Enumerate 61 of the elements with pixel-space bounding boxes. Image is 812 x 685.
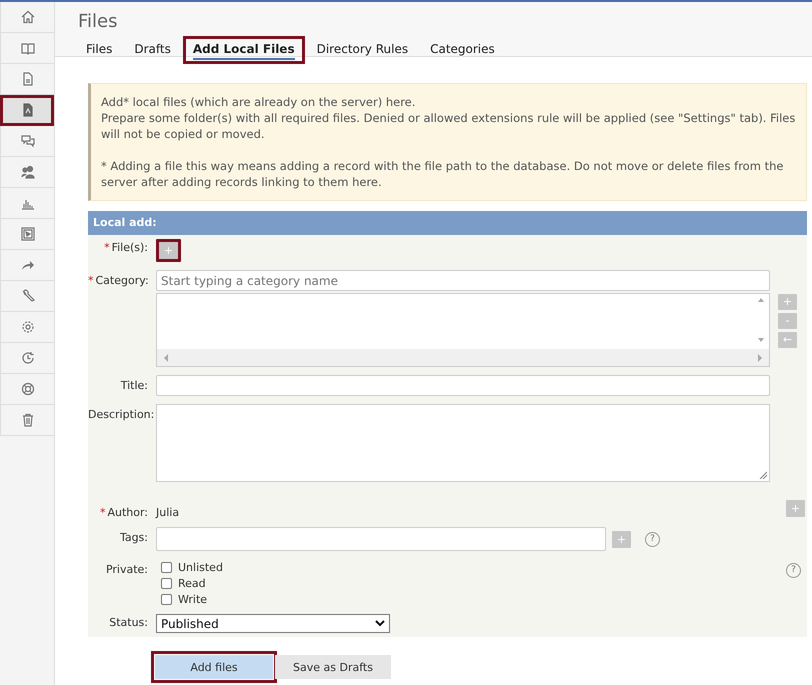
checkbox-label: Write xyxy=(178,593,208,606)
notice-text: Add* local files (which are already on the server) here. Prepare some folder(s) with all required files. Denied or allowed extensions rule will be applied (see "Settings" tab). Files will not be copied or moved. xyxy=(101,94,796,142)
checkbox[interactable] xyxy=(161,562,172,573)
checkbox-label: Read xyxy=(178,577,206,590)
sidebar-item[interactable] xyxy=(0,157,54,188)
checkbox-label: Unlisted xyxy=(178,561,223,574)
wrench-icon xyxy=(20,289,34,303)
sidebar-item[interactable] xyxy=(0,2,54,33)
form-button[interactable]: Save as Drafts xyxy=(275,655,391,679)
title-field[interactable] xyxy=(156,375,770,396)
tab[interactable]: Files xyxy=(78,38,120,62)
required-mark: * xyxy=(88,274,94,287)
help-icon[interactable]: ? xyxy=(786,562,801,578)
framed-image-icon xyxy=(20,227,34,241)
field-label: Title: xyxy=(120,379,148,392)
author-name: Julia xyxy=(156,505,180,519)
clock-icon xyxy=(20,351,34,365)
help-icon[interactable]: ? xyxy=(645,532,660,546)
field-label: File(s): xyxy=(112,241,148,254)
category-field[interactable]: Start typing a category name xyxy=(156,270,770,291)
sidebar-item[interactable] xyxy=(0,219,54,250)
sidebar-item[interactable] xyxy=(0,188,54,219)
sidebar-item[interactable] xyxy=(0,95,54,126)
tab[interactable]: Directory Rules xyxy=(308,38,416,62)
page-title: Files xyxy=(78,10,118,34)
checkbox[interactable] xyxy=(161,594,172,605)
field-label: Author: xyxy=(107,506,148,519)
notice-note: * Adding a file this way means adding a record with the file path to the database. Do not move or delete files from the server after adding records linking to them here. xyxy=(101,158,784,190)
tab[interactable]: Drafts xyxy=(126,38,179,62)
chat-icon xyxy=(20,134,34,148)
resize-grip-icon[interactable] xyxy=(759,471,767,479)
required-mark: * xyxy=(100,506,106,519)
sidebar-item[interactable] xyxy=(0,33,54,64)
tags-field[interactable] xyxy=(156,527,606,551)
field-label: Private: xyxy=(106,563,148,576)
chevron-down-icon xyxy=(375,620,385,627)
field-label: Description: xyxy=(88,408,154,421)
checkbox[interactable] xyxy=(161,578,172,589)
required-mark: * xyxy=(104,241,110,254)
tab[interactable]: Categories xyxy=(422,38,503,62)
form-button[interactable]: Add files xyxy=(155,655,273,679)
description-field[interactable] xyxy=(156,404,770,482)
sidebar-item[interactable] xyxy=(0,405,54,436)
settings-icon xyxy=(20,320,34,334)
sidebar-item[interactable] xyxy=(0,343,54,374)
tab[interactable]: Add Local Files xyxy=(184,38,303,62)
trash-icon xyxy=(20,413,34,427)
status-dropdown[interactable]: Published xyxy=(156,614,390,633)
lifebuoy-icon xyxy=(20,382,34,396)
home-icon xyxy=(20,10,34,24)
field-label: Tags: xyxy=(120,531,148,544)
pdf-file-icon xyxy=(20,103,34,117)
document-icon xyxy=(20,72,34,86)
share-arrow-icon xyxy=(20,258,34,272)
book-icon xyxy=(20,41,34,55)
field-label: Status: xyxy=(109,616,148,629)
panel-header: Local add: xyxy=(88,211,807,235)
sidebar-item[interactable] xyxy=(0,374,54,405)
sidebar-item[interactable] xyxy=(0,126,54,157)
field-label: Category: xyxy=(96,274,149,287)
users-icon xyxy=(20,165,34,179)
